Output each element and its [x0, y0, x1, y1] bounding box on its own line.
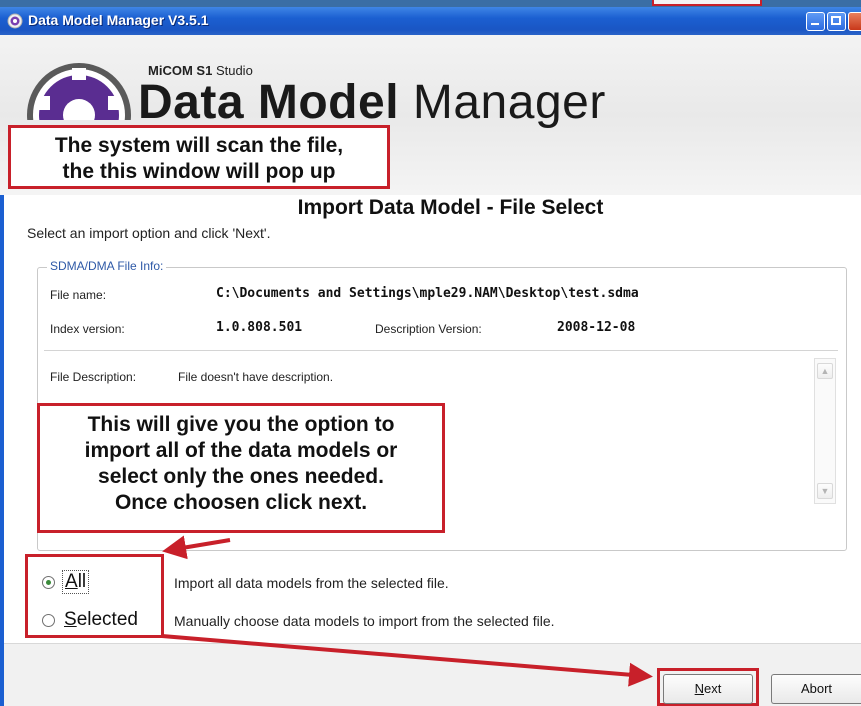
- callout-options-line2: import all of the data models or: [84, 439, 398, 462]
- radio-all-description: Import all data models from the selected…: [174, 575, 449, 591]
- maximize-icon[interactable]: [827, 12, 846, 31]
- callout-scan-line1: The system will scan the file,: [54, 134, 344, 157]
- product-title-light: Manager: [412, 76, 606, 129]
- radio-all[interactable]: [42, 576, 55, 589]
- callout-options-line3: select only the ones needed.: [98, 465, 384, 488]
- index-version-value: 1.0.808.501: [216, 320, 303, 335]
- index-version-label: Index version:: [50, 322, 125, 336]
- radio-all-label-rest: ll: [77, 571, 87, 592]
- file-name-label: File name:: [50, 288, 107, 302]
- window-title: Data Model Manager V3.5.1: [28, 12, 209, 28]
- file-info-group-label: SDMA/DMA File Info:: [47, 259, 167, 273]
- callout-options-line1: This will give you the option to: [87, 413, 395, 436]
- abort-button[interactable]: Abort: [771, 674, 861, 704]
- highlight-marker: [652, 0, 762, 6]
- file-name-value: C:\Documents and Settings\mple29.NAM\Des…: [216, 286, 639, 301]
- dialog-instruction: Select an import option and click 'Next'…: [27, 225, 271, 241]
- radio-selected-label-rest: elected: [76, 609, 138, 630]
- minimize-icon[interactable]: [806, 12, 825, 31]
- file-description-label: File Description:: [50, 370, 137, 384]
- title-bar: Data Model Manager V3.5.1: [0, 7, 861, 35]
- callout-scan-note: The system will scan the file, the this …: [8, 125, 390, 189]
- logo-gear-icon: [27, 63, 131, 120]
- product-title: Data Model Manager: [138, 75, 606, 130]
- radio-selected-description: Manually choose data models to import fr…: [174, 613, 555, 629]
- description-version-label: Description Version:: [375, 322, 482, 336]
- next-button[interactable]: Next: [663, 674, 753, 704]
- description-version-value: 2008-12-08: [557, 320, 636, 335]
- callout-import-options: This will give you the option to import …: [37, 403, 445, 533]
- top-strip: [0, 0, 861, 7]
- radio-selected-label[interactable]: Selected: [64, 608, 138, 632]
- radio-all-mnemonic: A: [65, 571, 78, 592]
- next-label-rest: ext: [704, 681, 722, 696]
- radio-selected-mnemonic: S: [64, 609, 77, 630]
- close-icon[interactable]: [848, 12, 861, 31]
- radio-all-label[interactable]: All: [62, 570, 90, 594]
- callout-options-line4: Once choosen click next.: [114, 491, 368, 514]
- file-description-value: File doesn't have description.: [178, 370, 334, 384]
- info-divider: [44, 350, 838, 351]
- description-scrollbar[interactable]: ▲ ▼: [814, 358, 836, 504]
- scroll-down-icon[interactable]: ▼: [817, 483, 833, 499]
- app-gear-icon: [7, 13, 23, 29]
- scroll-up-icon[interactable]: ▲: [817, 363, 833, 379]
- radio-selected[interactable]: [42, 614, 55, 627]
- dialog-title: Import Data Model - File Select: [297, 196, 604, 219]
- callout-scan-line2: the this window will pop up: [62, 160, 336, 183]
- product-title-bold: Data Model: [138, 76, 400, 129]
- next-mnemonic: N: [694, 681, 705, 696]
